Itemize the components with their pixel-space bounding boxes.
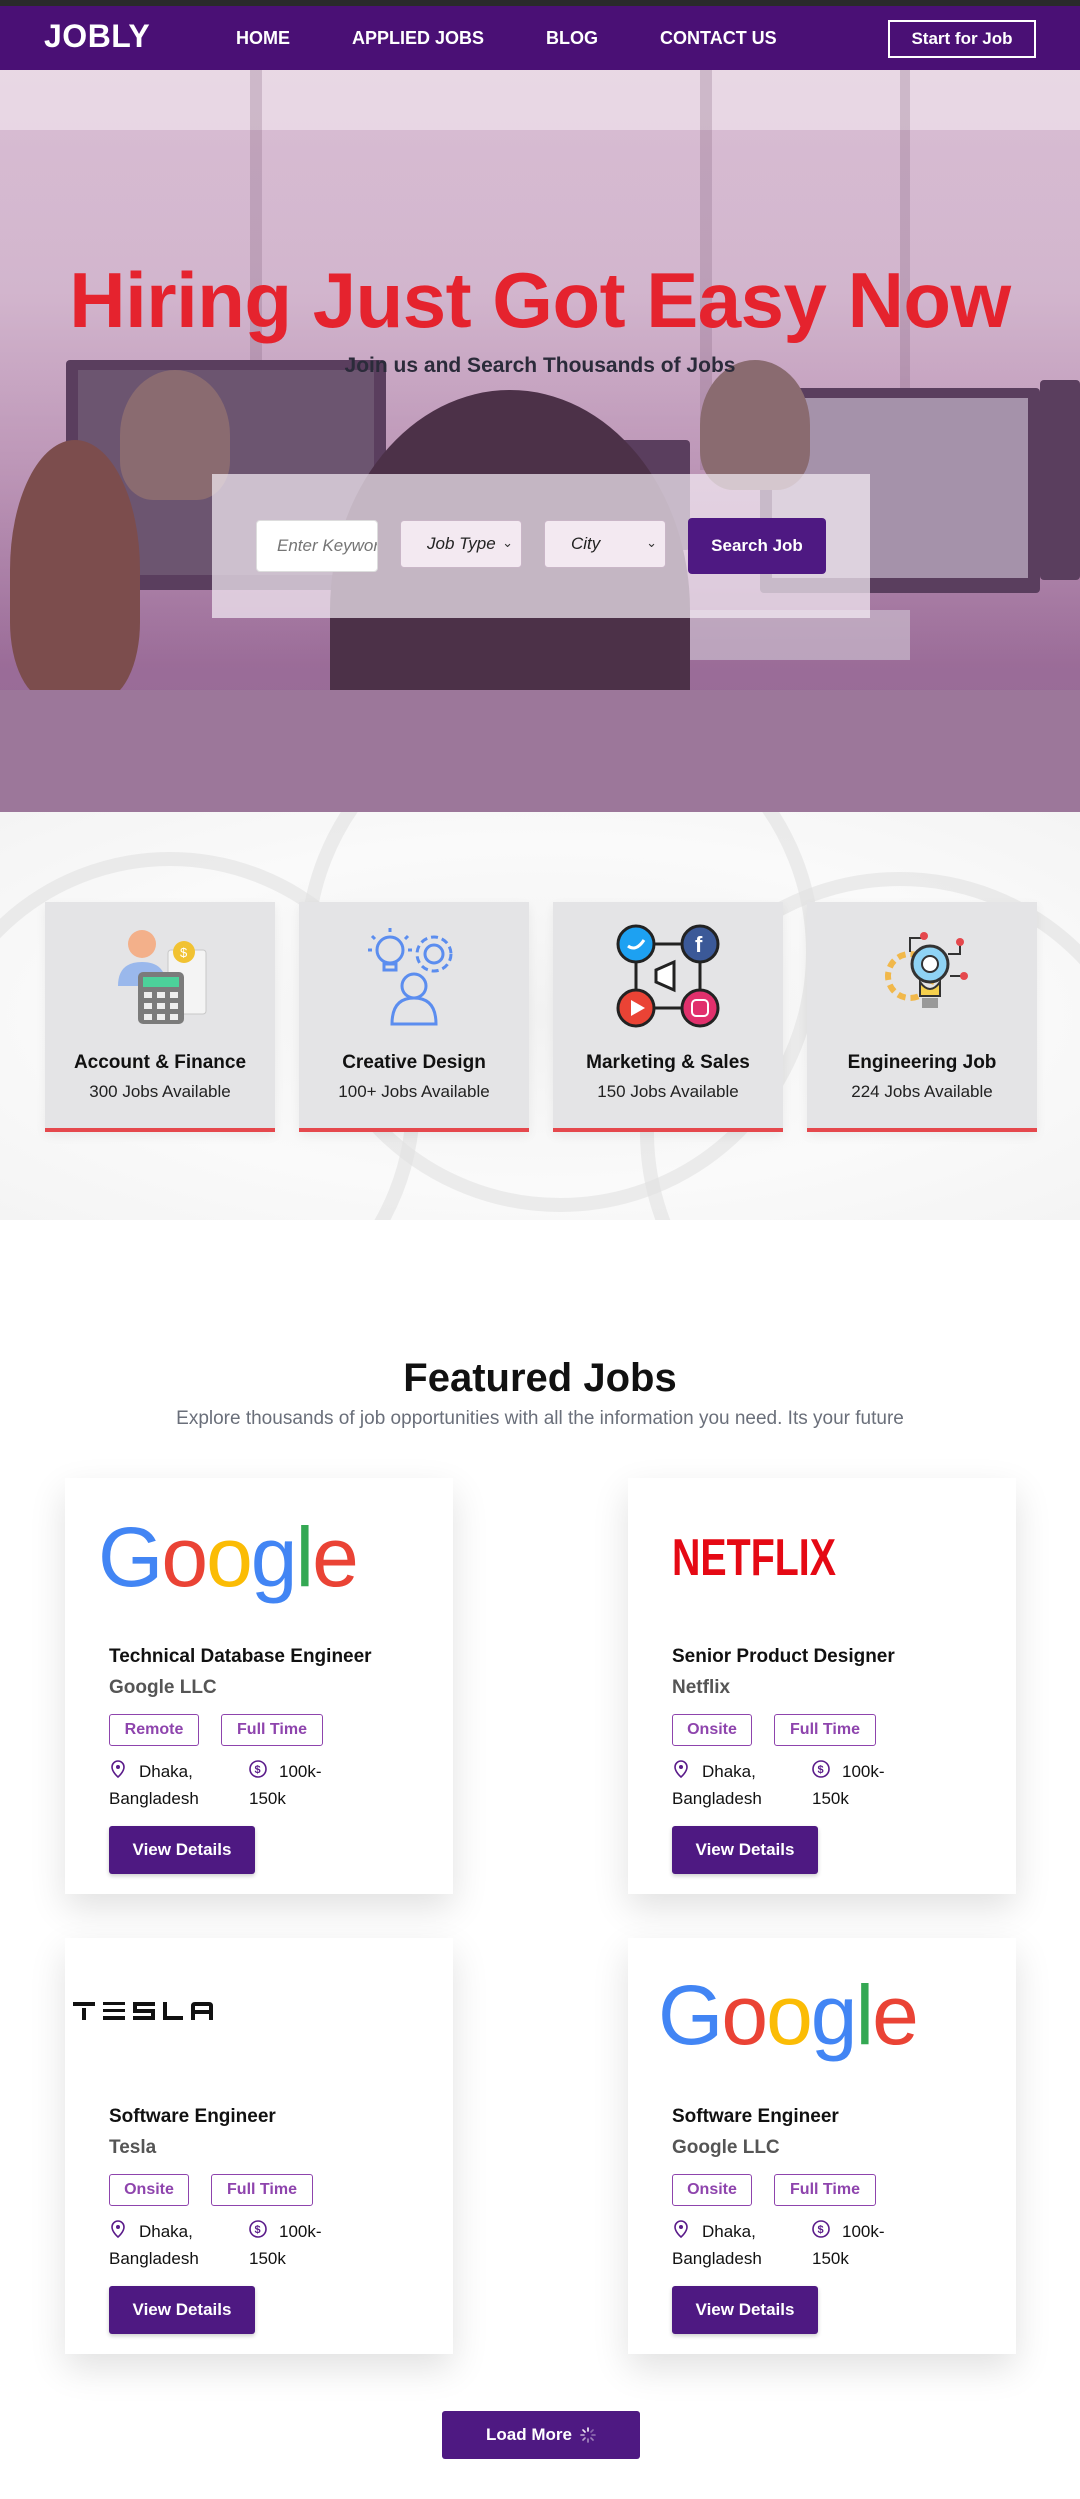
nav-link-blog[interactable]: BLOG (546, 28, 598, 49)
category-card-account-finance[interactable]: $ Account & Finance 300 Jobs Available (45, 902, 275, 1132)
job-salary: 100k-150k (812, 2222, 885, 2268)
category-name: Creative Design (342, 1052, 486, 1073)
load-more-label: Load More (486, 2425, 572, 2444)
logo-letter: G (98, 1510, 161, 1604)
navbar: JOBLY HOME APPLIED JOBS BLOG CONTACT US … (0, 6, 1080, 70)
job-card[interactable]: Google Software Engineer Google LLC Onsi… (628, 1938, 1016, 2354)
job-location: Dhaka, Bangladesh (109, 2222, 199, 2268)
job-company: Google LLC (672, 2137, 780, 2158)
svg-text:$: $ (180, 945, 188, 960)
company-logo-google: Google (65, 1478, 453, 1628)
job-categories-section: $ Account & Finance 300 Jobs Available C… (0, 812, 1080, 1220)
job-time-tag: Full Time (211, 2174, 313, 2206)
job-company: Tesla (109, 2137, 157, 2158)
job-salary: 100k-150k (249, 1762, 322, 1808)
company-logo-netflix: NETFLIX (628, 1478, 1016, 1628)
featured-jobs-subtitle: Explore thousands of job opportunities w… (176, 1408, 904, 1429)
job-title: Technical Database Engineer (109, 1646, 372, 1667)
company-logo-google: Google (628, 1938, 1016, 2088)
nav-link-contact-us[interactable]: CONTACT US (660, 28, 777, 49)
category-card-creative-design[interactable]: Creative Design 100+ Jobs Available (299, 902, 529, 1132)
creative-design-icon (368, 928, 453, 1026)
marketing-social-icon: f (616, 924, 720, 1028)
category-card-engineering[interactable]: Engineering Job 224 Jobs Available (807, 902, 1037, 1132)
svg-text:Google: Google (98, 1510, 357, 1604)
job-time-tag: Full Time (774, 2174, 876, 2206)
job-title: Software Engineer (672, 2106, 839, 2127)
job-card[interactable]: NETFLIX Senior Product Designer Netflix … (628, 1478, 1016, 1894)
hero-subtitle: Join us and Search Thousands of Jobs (344, 354, 736, 377)
job-salary: 100k-150k (812, 1762, 885, 1808)
view-details-button[interactable]: View Details (672, 1826, 818, 1874)
job-location: Dhaka, Bangladesh (672, 1762, 762, 1808)
city-select-value: City (571, 534, 601, 553)
featured-jobs-title: Featured Jobs (403, 1356, 677, 1400)
chevron-down-icon: ⌄ (502, 535, 513, 550)
spinner-icon (580, 2427, 596, 2443)
job-company: Netflix (672, 1677, 731, 1698)
job-type-tag: Onsite (672, 2174, 752, 2206)
job-company: Google LLC (109, 1677, 217, 1698)
job-time-tag: Full Time (774, 1714, 876, 1746)
hero-section: Hiring Just Got Easy Now Join us and Sea… (0, 70, 1080, 812)
category-name: Account & Finance (73, 1052, 247, 1073)
job-type-select[interactable]: Job Type ⌄ (400, 520, 522, 568)
job-location: Dhaka, Bangladesh (109, 1762, 199, 1808)
view-details-button[interactable]: View Details (672, 2286, 818, 2334)
finance-icon: $ (118, 930, 207, 1024)
keyword-input[interactable] (256, 520, 378, 572)
category-count: 300 Jobs Available (89, 1082, 231, 1101)
job-card[interactable]: Google Technical Database Engineer Googl… (65, 1478, 453, 1894)
nav-links: HOME APPLIED JOBS BLOG CONTACT US (236, 28, 839, 49)
engineering-icon (885, 932, 968, 1008)
netflix-wordmark: NETFLIX (672, 1529, 836, 1587)
view-details-button[interactable]: View Details (109, 1826, 255, 1874)
category-name: Marketing & Sales (586, 1052, 750, 1073)
category-name: Engineering Job (847, 1052, 997, 1073)
nav-link-applied-jobs[interactable]: APPLIED JOBS (352, 28, 484, 49)
job-type-tag: Remote (109, 1714, 199, 1746)
svg-text:Google: Google (658, 1968, 917, 2062)
job-type-tag: Onsite (672, 1714, 752, 1746)
job-type-tag: Onsite (109, 2174, 189, 2206)
job-location: Dhaka, Bangladesh (672, 2222, 762, 2268)
city-select[interactable]: City ⌄ (544, 520, 666, 568)
category-count: 100+ Jobs Available (338, 1082, 490, 1101)
job-type-select-value: Job Type (427, 534, 496, 553)
load-more-button[interactable]: Load More (442, 2411, 640, 2459)
svg-text:f: f (695, 932, 703, 957)
site-logo[interactable]: JOBLY (44, 18, 150, 55)
nav-link-home[interactable]: HOME (236, 28, 290, 49)
job-title: Software Engineer (109, 2106, 276, 2127)
company-logo-tesla (65, 1938, 255, 2088)
search-job-button[interactable]: Search Job (688, 518, 826, 574)
job-title: Senior Product Designer (672, 1646, 895, 1667)
job-search-panel: Job Type ⌄ City ⌄ Search Job (212, 474, 870, 618)
start-for-job-button[interactable]: Start for Job (888, 20, 1036, 58)
hero-title: Hiring Just Got Easy Now (69, 256, 1011, 344)
job-time-tag: Full Time (221, 1714, 323, 1746)
category-card-marketing-sales[interactable]: f Marketing & Sales 150 Jobs Available (553, 902, 783, 1132)
chevron-down-icon: ⌄ (646, 535, 657, 550)
category-count: 150 Jobs Available (597, 1082, 739, 1101)
view-details-button[interactable]: View Details (109, 2286, 255, 2334)
job-card[interactable]: Software Engineer Tesla Onsite Full Time… (65, 1938, 453, 2354)
category-count: 224 Jobs Available (851, 1082, 993, 1101)
job-salary: 100k-150k (249, 2222, 322, 2268)
